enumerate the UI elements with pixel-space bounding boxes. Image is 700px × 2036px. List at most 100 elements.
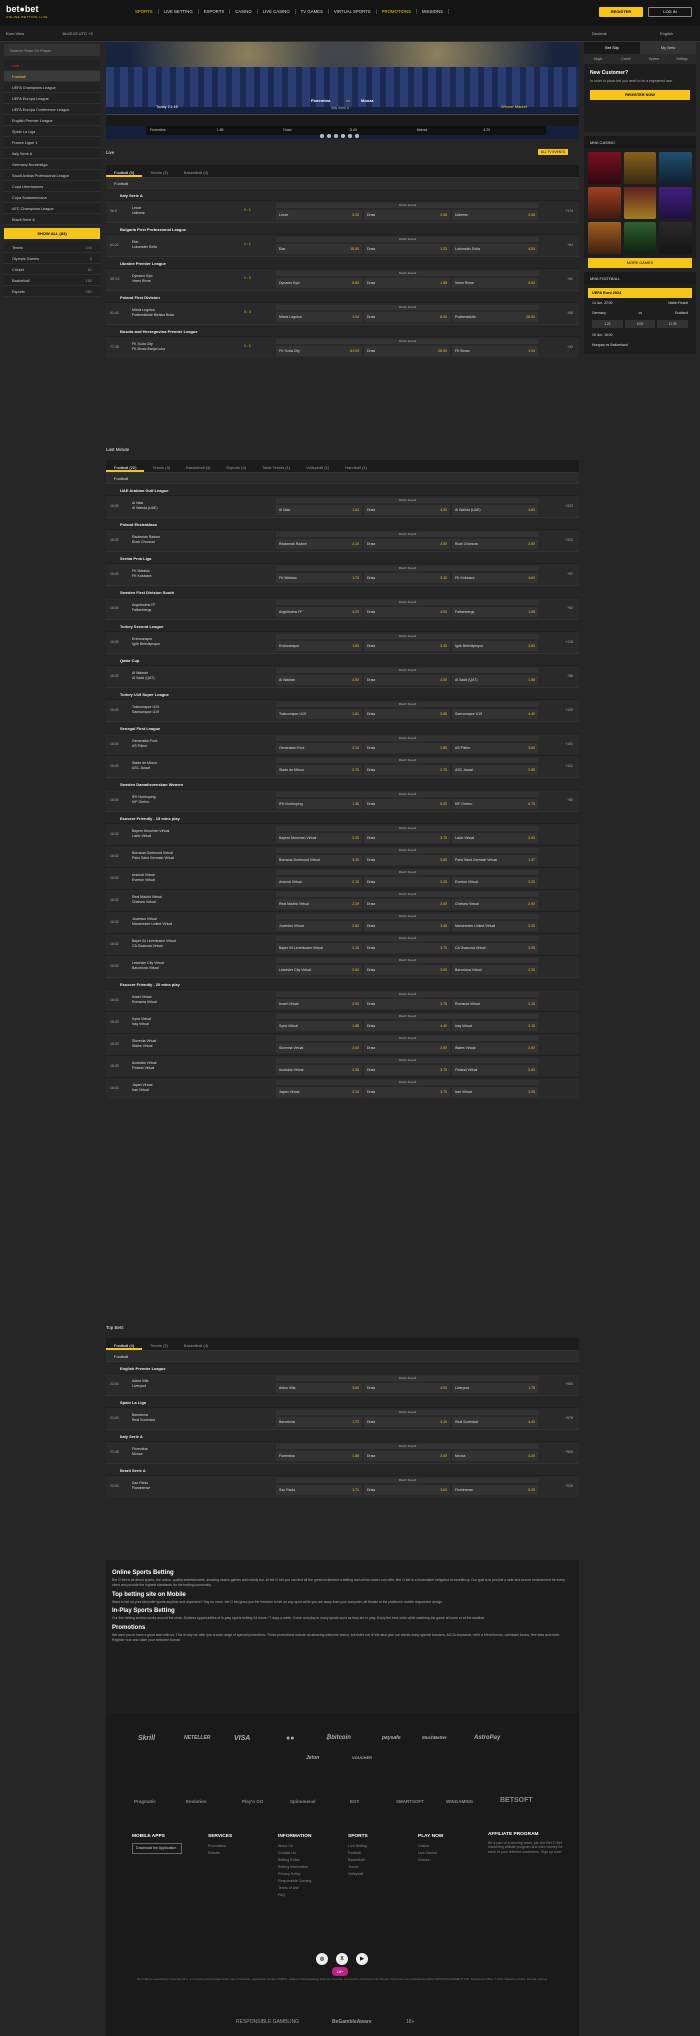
match-row[interactable]: 16:02 Juventus Virtual Manchester United V… [106,911,579,933]
tab-live-0[interactable]: Football (5) [106,165,143,177]
sidebar-item-league[interactable]: Italy Serie A [4,148,100,159]
tab-lastminute-4[interactable]: Table Tennis (1) [254,460,298,472]
odd-home[interactable]: FK Tuzla City 61.00 [276,346,362,356]
tab-topbets-0[interactable]: Football (4) [106,1338,143,1350]
odd-away[interactable]: Fluminense 5.25 [452,1485,538,1495]
odd-draw[interactable]: Draw 3.60 [364,1485,450,1495]
match-row[interactable]: 61:22 Etar Lokomotiv Sofia 1 : 1 Match Resul… [106,234,579,256]
login-button[interactable]: LOG IN [648,7,692,17]
odd-away[interactable]: Al Sadd (QAT) 1.55 [452,675,538,685]
footer-link[interactable]: Terms of Use [278,1885,311,1892]
odd-home[interactable]: Real Madrid Virtual 2.25 [276,899,362,909]
odd-draw[interactable]: Draw 3.30 [364,539,450,549]
youtube-icon[interactable]: ▶ [356,1953,368,1965]
more-markets[interactable]: +174 [565,209,573,213]
odd-away[interactable]: KIF Orebro 6.75 [452,799,538,809]
league-header[interactable]: UAE Arabian Gulf League [106,483,579,495]
league-header[interactable]: Ukraine Premier League [106,256,579,268]
odd-away[interactable]: Finland Virtual 2.60 [452,1065,538,1075]
sidebar-item-league[interactable]: UEFA Europa Conference League [4,104,100,115]
odd-home[interactable]: Generation Foot 2.10 [276,743,362,753]
sidebar-item-league[interactable]: English Premier League [4,115,100,126]
match-row[interactable]: 16:00 Al Wakrah Al Sadd (QAT) Match Result A… [106,665,579,687]
league-header[interactable]: Italy Serie A [106,1429,579,1441]
odd-away[interactable]: Veres Rivne 5.00 [452,278,538,288]
tab-topbets-1[interactable]: Tennis (3) [142,1338,176,1350]
odd-home[interactable]: Bayern Munchen Virtual 2.20 [276,833,362,843]
odd-away[interactable]: Manchester United Virtual 2.20 [452,921,538,931]
league-header[interactable]: Turkey U19 Super League [106,687,579,699]
odd-draw[interactable]: Draw 3.70 [364,943,450,953]
more-games-button[interactable]: MORE GAMES [588,258,692,268]
odd-home[interactable]: Erzincanspor 1.80 [276,641,362,651]
match-row[interactable]: 16:00 Stade de Mbour ASC Jaraaf Match Resul… [106,755,579,777]
odd-home[interactable]: Etar 15.00 [276,244,362,254]
sidebar-item-basketball[interactable]: Basketball 160 [4,275,100,286]
match-row[interactable]: 16:03 Australia Virtual Finland Virtual Mat… [106,1055,579,1077]
odd-draw[interactable]: Draw 8.00 [364,312,450,322]
more-markets[interactable]: +578 [565,1416,573,1420]
match-row[interactable]: 77:26 FK Tuzla City FK Borac Banja Luka 1 :… [106,336,579,358]
odd-away[interactable]: Udinese 2.55 [452,210,538,220]
tab-lastminute-0[interactable]: Football (22) [106,460,145,472]
odd-home[interactable]: Angelholms FF 4.20 [276,607,362,617]
sidebar-item-league[interactable]: AFC Champions League [4,203,100,214]
sidebar-item-league[interactable]: UEFA Europa League [4,93,100,104]
more-markets[interactable]: +100 [565,708,573,712]
tab-combi[interactable]: Combi [612,54,640,64]
more-markets[interactable]: +57 [567,572,573,576]
casino-game-tile[interactable] [623,152,657,184]
odd-away[interactable]: Igdir Belediyespor 3.80 [452,641,538,651]
more-markets[interactable]: +323 [565,504,573,508]
odd-away[interactable]: Real Sociedad 4.40 [452,1417,538,1427]
banner-odds-home[interactable]: Fiorentina [146,126,213,135]
tab-my-bets[interactable]: My Bets [640,42,696,54]
match-row[interactable]: 16:02 Bayer 04 Leverkusen Virtual CA Osasu… [106,933,579,955]
odd-away[interactable]: CA Osasuna Virtual 2.95 [452,943,538,953]
sidebar-item-league[interactable]: Copa Libertadores [4,181,100,192]
sidebar-item-league[interactable]: Brazil Serie A [4,214,100,225]
match-row[interactable]: 96:0 Lecce Udinese 0 : 1 Match Result Lecce 3.… [106,200,579,222]
odd-home[interactable]: Sao Paulo 1.71 [276,1485,362,1495]
match-row[interactable]: 16:00 FK Metalac FK Kolubara Match Result FK… [106,563,579,585]
footer-link[interactable]: Casino [418,1843,443,1850]
match-row[interactable]: 16:02 Leicester City Virtual Barcelona Vir… [106,955,579,977]
league-header[interactable]: Spain La Liga [106,1395,579,1407]
league-header[interactable]: Qatar Cup [106,653,579,665]
odd-away[interactable]: Monza 4.20 [452,1451,538,1461]
tab-topbets-2[interactable]: Basketball (4) [176,1338,216,1350]
tab-single[interactable]: Single [584,54,612,64]
show-all-button[interactable]: SHOW ALL (83) [4,228,100,239]
odd-home[interactable]: Australia Virtual 2.35 [276,1065,362,1075]
odd-away[interactable]: Paris Saint Germain Virtual 1.97 [452,855,538,865]
footer-link[interactable]: About Us [278,1843,311,1850]
footer-link[interactable]: Betting Rules [278,1857,311,1864]
odd-draw[interactable]: Draw 4.10 [364,1417,450,1427]
match-row[interactable]: 16:00 Generation Foot AS Pikine Match Resul… [106,733,579,755]
more-markets[interactable]: +118 [565,640,573,644]
odd-draw[interactable]: Draw 4.30 [364,505,450,515]
odd-home[interactable]: Juventus Virtual 2.82 [276,921,362,931]
banner-odds-away[interactable]: Monza [413,126,480,135]
more-markets[interactable]: +32 [567,345,573,349]
odd-home[interactable]: Al Nasr 1.62 [276,505,362,515]
sidebar-item-league[interactable]: Saudi Arabia Professional League [4,170,100,181]
match-row[interactable]: 22:00 Sao Paulo Fluminense Match Result Sao … [106,1475,579,1497]
odd-draw[interactable]: Draw 3.70 [364,1065,450,1075]
match-row[interactable]: 16:00 Angelholms FF Falkenbergs Match Resul… [106,597,579,619]
more-markets[interactable]: +66 [567,311,573,315]
sidebar-item-league[interactable]: Germany Bundesliga [4,159,100,170]
instagram-icon[interactable]: ◎ [316,1953,328,1965]
download-app-button[interactable]: Download the Application [132,1843,182,1854]
tab-settings[interactable]: Settings [668,54,696,64]
odd-away[interactable]: Podbeskidzie 26.00 [452,312,538,322]
footer-link[interactable]: FAQ [278,1892,311,1899]
odd-draw[interactable]: Draw 3.50 [364,965,450,975]
odd-home[interactable]: Dynamo Kyiv 5.80 [276,278,362,288]
odd-draw[interactable]: Draw 3.30 [364,641,450,651]
match-row[interactable]: 16:00 Erzincanspor Igdir Belediyespor Match… [106,631,579,653]
league-header[interactable]: Bosnia and Herzegovina Premier League [106,324,579,336]
footer-link[interactable]: Tennis [348,1864,368,1871]
odd-draw[interactable]: Draw 2.55 [364,210,450,220]
mini-odd[interactable]: 1.22 [592,320,623,328]
